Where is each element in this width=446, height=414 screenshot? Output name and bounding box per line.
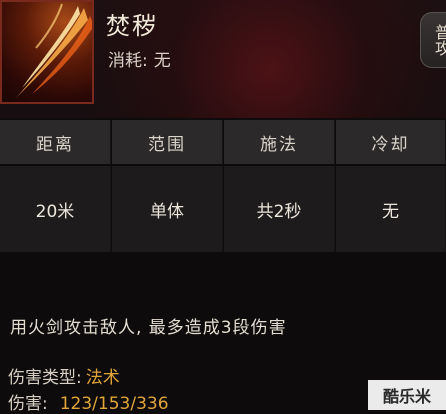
stat-header: 范围 <box>112 120 223 164</box>
stat-distance: 距离 20米 <box>0 120 111 255</box>
damage-label: 伤害: <box>8 394 48 414</box>
stat-cast: 施法 共2秒 <box>224 120 335 255</box>
skill-description: 用火剑攻击敌人, 最多造成3段伤害 <box>10 318 287 338</box>
cost-value: 无 <box>153 51 171 71</box>
stat-value: 无 <box>336 166 446 252</box>
skill-cost: 消耗: 无 <box>108 46 171 71</box>
stat-value: 单体 <box>112 166 223 252</box>
stat-header: 冷却 <box>336 120 446 164</box>
stat-cooldown: 冷却 无 <box>336 120 446 255</box>
skill-type-tag: 普攻 <box>420 12 446 68</box>
fire-sword-skill-icon <box>0 0 94 104</box>
cost-label: 消耗: <box>108 51 148 71</box>
damage: 伤害: 123/153/336 <box>8 389 169 414</box>
watermark-logo: 酷乐米 <box>368 380 446 410</box>
stat-range: 范围 单体 <box>112 120 223 255</box>
damage-type: 伤害类型: 法术 <box>8 363 120 388</box>
damage-type-value: 法术 <box>85 368 120 388</box>
skill-name: 焚秽 <box>106 12 158 40</box>
stat-header: 距离 <box>0 120 111 164</box>
damage-type-label: 伤害类型: <box>8 368 82 388</box>
stat-value: 20米 <box>0 166 111 252</box>
stat-header: 施法 <box>224 120 335 164</box>
skill-header: 焚秽 消耗: 无 普攻 <box>0 0 446 118</box>
skill-stats-table: 距离 20米 范围 单体 施法 共2秒 冷却 无 <box>0 120 446 255</box>
damage-value: 123/153/336 <box>59 394 169 414</box>
stat-value: 共2秒 <box>224 166 335 252</box>
